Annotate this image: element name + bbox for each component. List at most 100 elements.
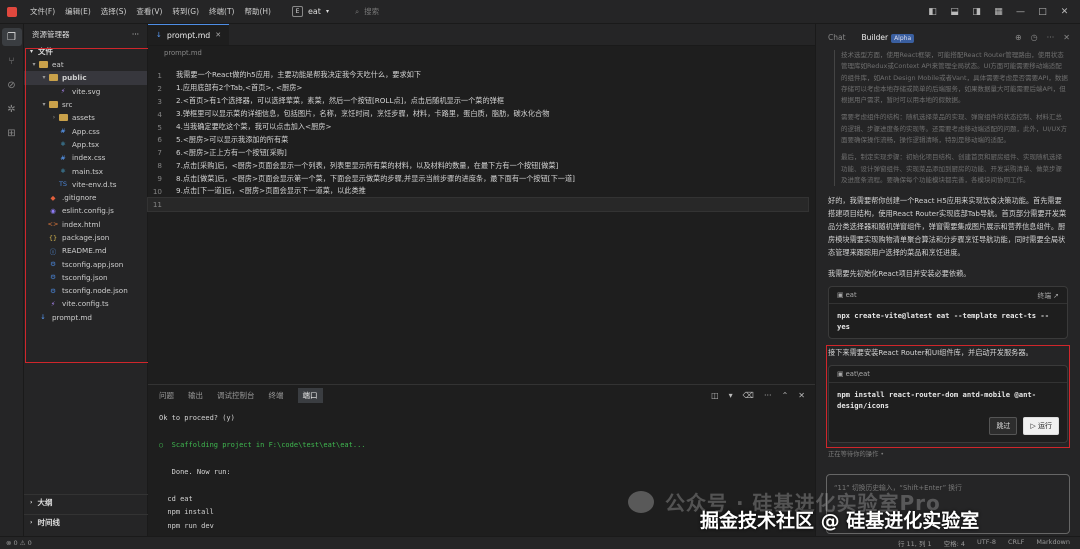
indentation[interactable]: 空格: 4 [944, 538, 965, 548]
highlight-box-explorer [25, 48, 151, 363]
ai-builder-panel: Chat Builder Alpha ⊕ ◷ ··· ✕ 技术选型方面，使用Rea… [815, 24, 1080, 536]
more-actions-icon[interactable]: ··· [764, 391, 772, 400]
command-card-title: ▣ eat [837, 291, 857, 299]
line-number: 8 [157, 161, 162, 171]
title-search[interactable]: ⌕ 搜索 [355, 6, 379, 17]
terminal-dropdown-icon[interactable]: ▾ [729, 391, 733, 400]
command-card-action[interactable]: 终端 ↗ [1038, 290, 1059, 300]
explorer-icon[interactable]: ❐ [1, 28, 22, 46]
toggle-sidebar-icon[interactable]: ◧ [927, 7, 938, 17]
assistant-message: 我需要先初始化React项目并安装必要依赖。 [828, 269, 971, 279]
line-text: 7.点击[采购]后，<厨房>页面会显示一个列表，列表里显示所有菜的材料，以及材料… [176, 160, 559, 170]
timeline-label: 时间线 [37, 518, 60, 527]
line-number: 3 [157, 96, 162, 106]
command-cwd: eat [845, 291, 857, 300]
language-mode[interactable]: Markdown [1036, 538, 1070, 548]
code-line[interactable]: 6 5.<厨房>可以显示我添加的所有菜 [148, 133, 808, 146]
tab-terminal[interactable]: 终端 [269, 390, 284, 401]
line-text: 3.弹框里可以显示菜的详细信息，包括图片，名称，烹饪时间，烹饪步骤，材料，卡路里… [176, 109, 550, 119]
command-action-label: 终端 [1037, 292, 1052, 301]
problems-count[interactable]: ⊗ 0 ⚠ 0 [6, 539, 32, 547]
maximize-button[interactable]: □ [1037, 7, 1048, 17]
code-line[interactable]: 1 我需要一个React做的h5应用，主要功能是帮我决定我今天吃什么，要求如下 [148, 69, 808, 82]
tab-builder[interactable]: Builder Alpha [862, 33, 915, 43]
history-icon[interactable]: ◷ [1031, 33, 1038, 42]
menu-edit[interactable]: 编辑(E) [60, 6, 96, 17]
timeline-section-header[interactable]: › 时间线 [24, 514, 148, 530]
maximize-panel-icon[interactable]: ⌃ [782, 391, 789, 400]
minimize-button[interactable]: — [1015, 7, 1026, 17]
extensions-icon[interactable]: ⊞ [2, 124, 22, 142]
code-lines[interactable]: 1 我需要一个React做的h5应用，主要功能是帮我决定我今天吃什么，要求如下 2 1… [147, 69, 809, 212]
cursor-position[interactable]: 行 11, 列 1 [898, 538, 932, 548]
editor-area: ↓ prompt.md ✕ prompt.md 1 我需要一个React做的h5应… [147, 24, 815, 384]
tab-problems[interactable]: 问题 [159, 390, 174, 401]
encoding[interactable]: UTF-8 [977, 538, 996, 548]
thinking-paragraph: 技术选型方面，使用React框架，可能搭配React Router管理路由，使用… [841, 51, 1068, 105]
tab-prompt-md[interactable]: ↓ prompt.md ✕ [148, 24, 230, 45]
search-placeholder: 搜索 [364, 7, 380, 16]
close-button[interactable]: ✕ [1059, 7, 1070, 17]
tab-ports[interactable]: 端口 [297, 387, 323, 403]
menu-go[interactable]: 转到(G) [167, 6, 204, 17]
line-text: 2.<首页>有1个选择器，可以选择荤菜，素菜，然后一个按钮[ROLL点]，点击后… [176, 96, 505, 106]
line-text: 4.当我确定要吃这个菜，我可以点击加入<厨房> [176, 122, 332, 131]
new-chat-icon[interactable]: ⊕ [1015, 33, 1022, 42]
tab-chat[interactable]: Chat [828, 33, 846, 42]
terminal-line: Done. Now run: [159, 467, 231, 476]
project-name: eat [307, 7, 321, 16]
menu-view[interactable]: 查看(V) [131, 6, 167, 17]
sidebar-title: 资源管理器 [32, 29, 70, 39]
project-switcher[interactable]: E eat ▾ [291, 6, 329, 17]
menu-help[interactable]: 帮助(H) [239, 6, 276, 17]
code-line[interactable]: 7 6.<厨房>正上方有一个按钮[采购] [148, 146, 808, 159]
activity-bar: ❐ ⑂ ⊘ ✲ ⊞ [0, 24, 24, 536]
outline-section-header[interactable]: › 大纲 [24, 494, 148, 510]
code-line[interactable]: 2 1.应用底部有2个Tab,<首页>, <厨房> [148, 82, 808, 95]
close-icon[interactable]: ✕ [1063, 33, 1070, 42]
waiting-status: 正在等待你的操作 • [828, 451, 885, 459]
code-line[interactable]: 3 2.<首页>有1个选择器，可以选择荤菜，素菜，然后一个按钮[ROLL点]，点击… [148, 95, 808, 108]
tab-debug-console[interactable]: 调试控制台 [217, 390, 255, 401]
line-ending[interactable]: CRLF [1008, 538, 1024, 548]
terminal-icon: ▣ [837, 291, 844, 300]
close-icon[interactable]: ✕ [215, 31, 221, 39]
thinking-paragraph: 需要考虑组件的结构：随机选择菜品的实现、弹窗组件的状态控制、材料汇总的逻辑、步骤… [841, 113, 1068, 145]
code-line[interactable]: 11 [147, 196, 809, 212]
code-line[interactable]: 10 9.点击[下一道]后，<厨房>页面会显示下一道菜，以此类推 [148, 185, 808, 198]
source-control-icon[interactable]: ⑂ [2, 52, 22, 70]
tab-output[interactable]: 输出 [188, 390, 203, 401]
assistant-message: 好的，我需要帮你创建一个React H5应用来实现饮食决策功能。首先需要搭建项目… [828, 196, 1067, 258]
trash-icon[interactable]: ⌫ [743, 391, 754, 400]
command-text: npx create-vite@latest eat --template re… [837, 311, 1050, 332]
debug-icon[interactable]: ✲ [2, 100, 22, 118]
project-icon: E [291, 6, 303, 17]
layout-icon[interactable]: ▦ [993, 7, 1004, 17]
split-terminal-icon[interactable]: ◫ [711, 391, 719, 400]
close-panel-icon[interactable]: ✕ [798, 391, 805, 400]
code-line[interactable]: 9 8.点击[做菜]后，<厨房>页面会显示第一个菜，下面会显示做菜的步骤,并显示当… [148, 172, 808, 185]
terminal-line: Ok to proceed? (y) [159, 413, 235, 422]
status-bar: ⊗ 0 ⚠ 0 行 11, 列 1 空格: 4 UTF-8 CRLF Markd… [0, 536, 1080, 549]
search-icon[interactable]: ⊘ [2, 76, 22, 94]
watermark-juejin: 掘金技术社区 @ 硅基进化实验室 [700, 510, 980, 532]
toggle-secondary-sidebar-icon[interactable]: ◨ [971, 7, 982, 17]
more-actions-icon[interactable]: ··· [132, 30, 139, 39]
app-logo-icon [7, 6, 17, 17]
line-text: 8.点击[做菜]后，<厨房>页面会显示第一个菜，下面会显示做菜的步骤,并显示当前… [176, 173, 575, 183]
more-actions-icon[interactable]: ··· [1047, 33, 1055, 42]
toggle-panel-icon[interactable]: ⬓ [949, 7, 960, 17]
menu-file[interactable]: 文件(F) [25, 6, 60, 17]
markdown-file-icon: ↓ [156, 31, 162, 39]
breadcrumb[interactable]: prompt.md [148, 46, 815, 59]
code-line[interactable]: 4 3.弹框里可以显示菜的详细信息，包括图片，名称，烹饪时间，烹饪步骤，材料，卡路… [148, 108, 808, 121]
menu-selection[interactable]: 选择(S) [96, 6, 132, 17]
line-text: 6.<厨房>正上方有一个按钮[采购] [176, 147, 287, 157]
highlight-box-command [826, 345, 1070, 448]
line-text: 1.应用底部有2个Tab,<首页>, <厨房> [176, 83, 303, 93]
menu-terminal[interactable]: 终端(T) [204, 6, 239, 17]
code-line[interactable]: 8 7.点击[采购]后，<厨房>页面会显示一个列表，列表里显示所有菜的材料，以及材… [148, 159, 808, 172]
code-line[interactable]: 5 4.当我确定要吃这个菜，我可以点击加入<厨房> [148, 121, 808, 134]
